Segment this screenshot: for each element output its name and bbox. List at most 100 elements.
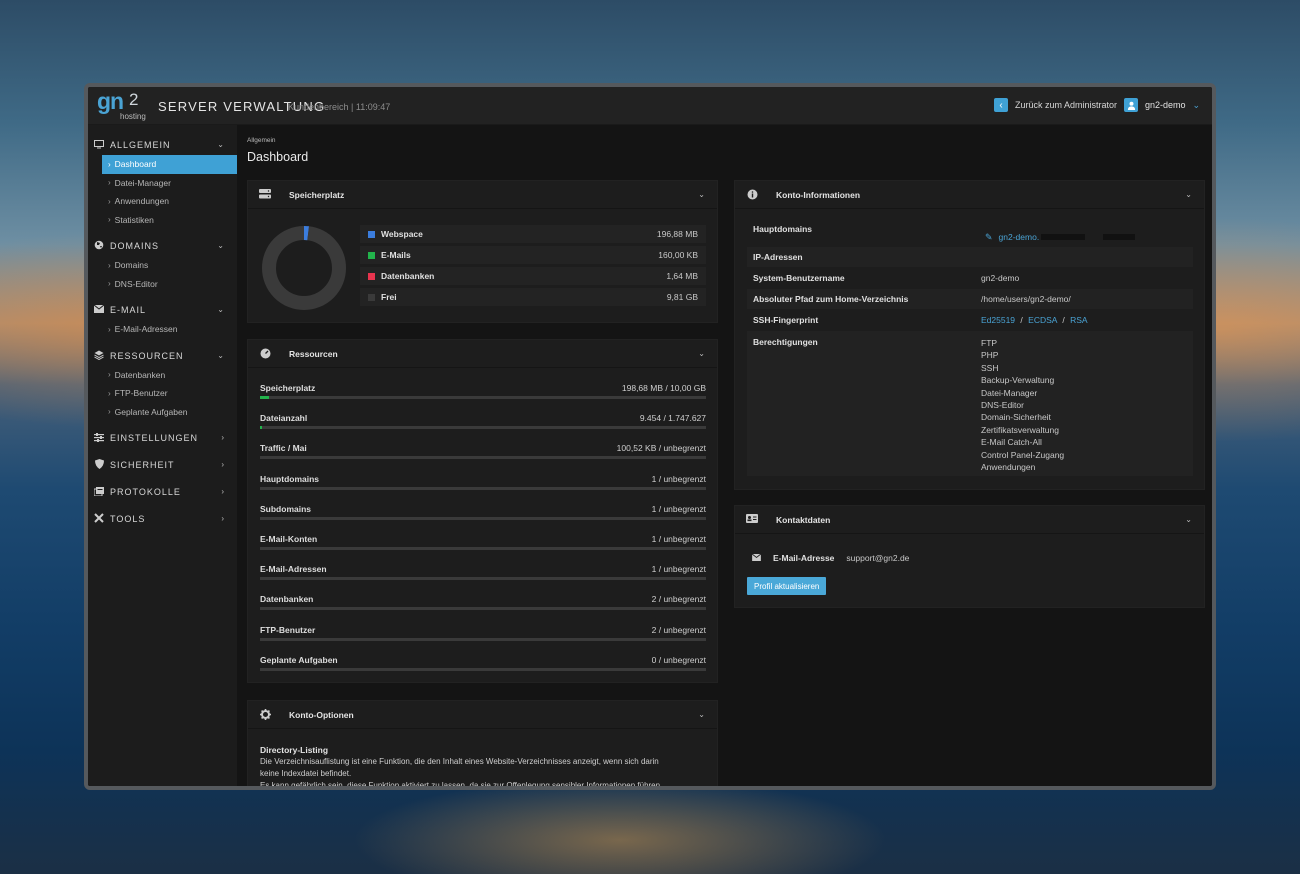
- logo-sup-text: 2: [129, 90, 139, 109]
- breadcrumb[interactable]: Allgemein: [247, 137, 276, 144]
- contact-email-row: E-Mail-Adresse support@gn2.de: [751, 553, 909, 563]
- tools-icon: [94, 513, 104, 525]
- info-label: System-Benutzername: [753, 273, 845, 283]
- info-value: gn2-demo: [981, 273, 1020, 283]
- app-window: gn 2 hosting SERVER VERWALTUNG Kundenber…: [84, 83, 1216, 790]
- nav-item-label: E-Mail-Adressen: [114, 324, 178, 335]
- info-value: ✎ gn2-demo.: [985, 227, 1136, 247]
- resource-value: 2 / unbegrenzt: [651, 594, 706, 605]
- email-label: E-Mail-Adresse: [773, 553, 835, 563]
- chevron-down-icon: ⌄: [217, 241, 224, 250]
- resource-value: 1 / unbegrenzt: [651, 564, 706, 575]
- permission-item: Zertifikatsverwaltung: [981, 424, 1059, 435]
- resource-value: 9.454 / 1.747.627: [639, 413, 706, 424]
- nav-item-label: Statistiken: [114, 214, 154, 225]
- nav-section-einstellungen[interactable]: EINSTELLUNGEN ›: [88, 428, 237, 448]
- ssh-rsa-link[interactable]: RSA: [1070, 315, 1087, 325]
- resource-value: 1 / unbegrenzt: [651, 534, 706, 544]
- envelope-icon: [751, 553, 762, 563]
- resource-value: 1 / unbegrenzt: [651, 473, 706, 484]
- permission-item: Anwendungen: [981, 462, 1036, 473]
- nav-item-email-adressen[interactable]: › E-Mail-Adressen: [88, 320, 237, 339]
- nav-section-email[interactable]: E-MAIL ⌄: [88, 300, 237, 320]
- pencil-icon[interactable]: ✎: [985, 232, 993, 243]
- contact-panel-header[interactable]: Kontaktdaten ⌄: [735, 506, 1204, 534]
- chevron-left-icon: ‹: [994, 98, 1008, 112]
- account-info-panel-header[interactable]: Konto-Informationen ⌄: [735, 181, 1204, 209]
- chevron-down-icon[interactable]: ⌄: [1185, 190, 1192, 199]
- gn2-logo[interactable]: gn 2 hosting: [97, 88, 146, 123]
- nav-section-ressourcen[interactable]: RESSOURCEN ⌄: [88, 346, 237, 366]
- nav-item-domains[interactable]: › Domains: [88, 256, 237, 275]
- nav-section-domains[interactable]: DOMAINS ⌄: [88, 236, 237, 256]
- resource-name: Speicherplatz: [260, 383, 316, 393]
- nav-item-geplante-aufgaben[interactable]: › Geplante Aufgaben: [88, 403, 237, 422]
- chevron-down-icon[interactable]: ⌄: [698, 349, 705, 358]
- nav-section-allgemein[interactable]: ALLGEMEIN ⌄: [88, 135, 237, 155]
- update-profile-button[interactable]: Profil aktualisieren: [747, 577, 827, 595]
- permission-item: Control Panel-Zugang: [981, 449, 1065, 460]
- ssh-separator: /: [1020, 315, 1023, 325]
- resource-name: Datenbanken: [260, 594, 314, 605]
- chevron-down-icon[interactable]: ⌄: [698, 710, 705, 719]
- resource-progress-bar: [260, 607, 706, 611]
- ssh-ecdsa-link[interactable]: ECDSA: [1028, 315, 1057, 325]
- resource-row: Speicherplatz 198,68 MB / 10,00 GB: [260, 381, 706, 411]
- back-to-admin-link[interactable]: ‹ Zurück zum Administrator: [994, 98, 1117, 112]
- info-value: /home/users/gn2-demo/: [981, 294, 1071, 304]
- resource-progress-bar: [260, 456, 706, 460]
- resource-name: Geplante Aufgaben: [260, 654, 338, 665]
- legend-value: 1,64 MB: [666, 271, 698, 281]
- chevron-down-icon[interactable]: ⌄: [1185, 515, 1192, 524]
- gear-icon: [259, 709, 271, 723]
- chevron-down-icon: ⌄: [1192, 99, 1201, 110]
- redacted-block: [1041, 234, 1086, 240]
- permission-item: FTP: [981, 338, 998, 348]
- resource-progress-bar: [260, 516, 706, 520]
- nav-item-datenbanken[interactable]: › Datenbanken: [88, 366, 237, 385]
- resource-name: Hauptdomains: [260, 473, 320, 484]
- storage-panel: Speicherplatz ⌄ Webspace 196,88 MB E-Mai…: [247, 180, 718, 323]
- nav-item-ftp-benutzer[interactable]: › FTP-Benutzer: [88, 384, 237, 403]
- nav-item-anwendungen[interactable]: › Anwendungen: [88, 192, 237, 211]
- resource-row: Traffic / Mai 100,52 KB / unbegrenzt: [260, 441, 706, 471]
- info-label: Hauptdomains: [753, 224, 813, 234]
- nav-item-datei-manager[interactable]: › Datei-Manager: [88, 174, 237, 193]
- resource-row: Subdomains 1 / unbegrenzt: [260, 502, 706, 532]
- legend-name: Webspace: [381, 229, 423, 239]
- gauge-icon: [259, 348, 271, 362]
- legend-row-webspace: Webspace 196,88 MB: [360, 225, 706, 243]
- info-label: IP-Adressen: [753, 252, 803, 262]
- nav-item-label: Geplante Aufgaben: [114, 406, 188, 417]
- redacted-block: [1103, 234, 1136, 240]
- directory-listing-text-line1: Die Verzeichnisauflistung ist eine Funkt…: [260, 757, 659, 766]
- account-options-panel-header[interactable]: Konto-Optionen ⌄: [248, 701, 717, 729]
- directory-listing-text-line2: keine Indexdatei befindet.: [260, 769, 352, 778]
- resource-row: Datenbanken 2 / unbegrenzt: [260, 592, 706, 622]
- ssh-ed25519-link[interactable]: Ed25519: [981, 315, 1015, 325]
- resource-value: 0 / unbegrenzt: [651, 654, 706, 665]
- chevron-right-icon: ›: [108, 370, 111, 380]
- nav-section-sicherheit[interactable]: SICHERHEIT ›: [88, 455, 237, 475]
- nav-item-label: DNS-Editor: [114, 278, 158, 289]
- user-menu[interactable]: gn2-demo ⌄: [1124, 98, 1200, 112]
- chevron-right-icon: ›: [108, 215, 111, 225]
- nav-section-label: E-MAIL: [110, 305, 147, 315]
- chevron-right-icon: ›: [108, 388, 111, 398]
- resource-name: Traffic / Mai: [260, 443, 307, 454]
- legend-swatch: [368, 272, 375, 280]
- nav-section-protokolle[interactable]: PROTOKOLLE ›: [88, 482, 237, 502]
- chevron-down-icon[interactable]: ⌄: [698, 190, 705, 199]
- nav-item-statistiken[interactable]: › Statistiken: [88, 211, 237, 230]
- shield-icon: [94, 459, 104, 471]
- storage-panel-header[interactable]: Speicherplatz ⌄: [248, 181, 717, 209]
- nav-item-label: FTP-Benutzer: [114, 388, 168, 399]
- nav-item-dns-editor[interactable]: › DNS-Editor: [88, 275, 237, 294]
- resources-panel-header[interactable]: Ressourcen ⌄: [248, 340, 717, 368]
- app-subtitle: Kundenbereich | 11:09:47: [288, 102, 391, 112]
- nav-item-dashboard[interactable]: › Dashboard: [102, 155, 237, 174]
- main-domain-link[interactable]: gn2-demo.: [999, 232, 1040, 242]
- panel-title: Konto-Informationen: [776, 190, 861, 200]
- resource-name: Subdomains: [260, 503, 312, 514]
- nav-section-tools[interactable]: TOOLS ›: [88, 509, 237, 529]
